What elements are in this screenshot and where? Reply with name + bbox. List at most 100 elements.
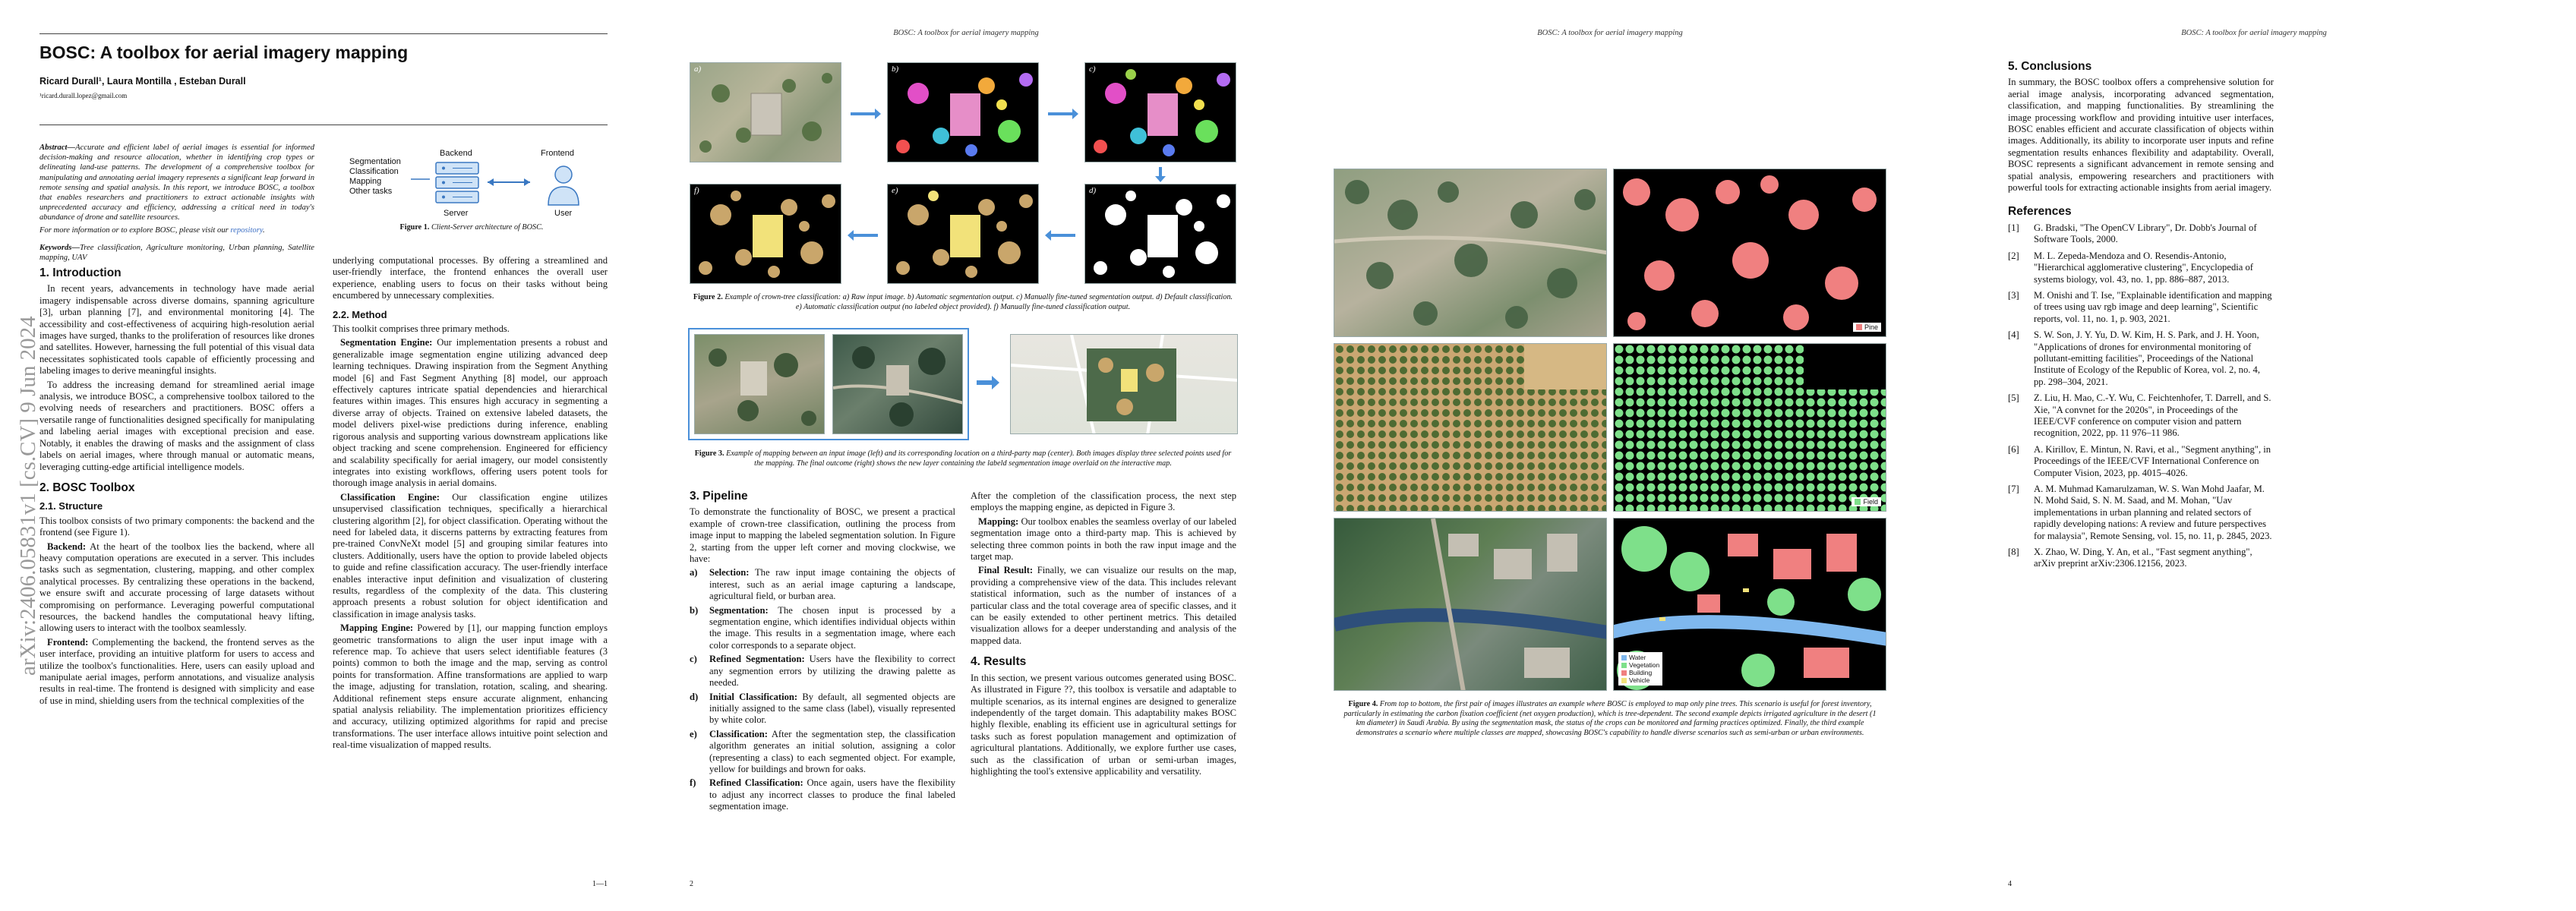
method-intro: This toolkit comprises three primary met… xyxy=(333,323,510,335)
pipeline-step: d) Initial Classification: By default, al… xyxy=(690,692,955,727)
page-3: BOSC: A toolbox for aerial imagery mappi… xyxy=(1288,0,1932,911)
fig4-pine-aerial-image xyxy=(1334,169,1607,337)
reference-item: [2] M. L. Zepeda-Mendoza and O. Resendis-… xyxy=(2008,251,2274,285)
legend-label-vehicle: Vehicle xyxy=(1629,676,1650,684)
reference-number: [1] xyxy=(2008,222,2019,233)
fig1-user-label: User xyxy=(554,209,573,218)
arrow-down-icon xyxy=(1155,167,1166,182)
step-label: Classification: xyxy=(709,728,768,739)
step-label: Refined Classification: xyxy=(709,777,803,789)
step-label: Initial Classification: xyxy=(709,691,798,702)
fig4-pine-mask: Pine xyxy=(1613,169,1886,337)
running-head: BOSC: A toolbox for aerial imagery mappi… xyxy=(893,29,1039,37)
arrow-right-icon xyxy=(851,109,881,119)
page2-right-column: After the completion of the classificati… xyxy=(971,490,1236,780)
page1-right-column: underlying computational processes. By o… xyxy=(333,255,608,754)
abstract-text: Accurate and efficient label of aerial i… xyxy=(39,143,314,222)
fig3-map-image xyxy=(832,334,963,434)
figure-4-caption-label: Figure 4. xyxy=(1348,700,1378,708)
fig3-input-image xyxy=(694,334,825,434)
repository-link[interactable]: repository xyxy=(230,226,263,235)
legend-swatch xyxy=(1621,677,1627,683)
reference-text: X. Zhao, W. Ding, Y. An, et al., "Fast s… xyxy=(2034,547,2252,569)
figure-1-caption: Figure 1. Client-Server architecture of … xyxy=(339,223,605,233)
section-pipeline-heading: 3. Pipeline xyxy=(690,490,748,503)
intro-paragraph-2: To address the increasing demand for str… xyxy=(39,379,314,472)
section-toolbox-heading: 2. BOSC Toolbox xyxy=(39,481,135,494)
pipeline-paragraph: To demonstrate the functionality of BOSC… xyxy=(690,506,955,565)
reference-number: [6] xyxy=(2008,443,2019,455)
legend-swatch xyxy=(1855,324,1862,330)
pipeline-steps-list: a) Selection: The raw input image contain… xyxy=(690,567,955,812)
legend-label-building: Building xyxy=(1629,669,1653,676)
reference-number: [3] xyxy=(2008,289,2019,301)
arrow-right-icon xyxy=(977,376,999,389)
results-paragraph: In this section, we present various outc… xyxy=(971,672,1236,777)
step-label: Segmentation: xyxy=(709,604,769,616)
fig2-arrows xyxy=(848,109,1166,241)
page1-left-column: 1. Introduction In recent years, advance… xyxy=(39,267,314,709)
fig4-urban-image xyxy=(1334,518,1607,691)
legend-label-vegetation: Vegetation xyxy=(1629,661,1660,669)
subsection-structure-heading: 2.1. Structure xyxy=(39,500,103,512)
fig4-legend-1: Pine xyxy=(1852,323,1881,332)
figure-3-caption-label: Figure 3. xyxy=(694,449,724,458)
pipeline-step: b) Segmentation: The chosen input is proc… xyxy=(690,605,955,652)
step-letter: d) xyxy=(690,691,699,702)
abstract: Abstract—Accurate and efficient label of… xyxy=(39,143,314,263)
pipeline-step: f) Refined Classification: Once again, us… xyxy=(690,777,955,812)
reference-text: M. L. Zepeda-Mendoza and O. Resendis-Ant… xyxy=(2034,250,2253,285)
figure-4: Pine Field Water Vegetation Building Veh… xyxy=(1334,169,1886,691)
keywords: Tree classification, Agriculture monitor… xyxy=(39,243,314,263)
running-head: BOSC: A toolbox for aerial imagery mappi… xyxy=(2181,29,2327,37)
reference-item: [3] M. Onishi and T. Ise, "Explainable id… xyxy=(2008,290,2274,325)
reference-item: [4] S. W. Son, J. Y. Yu, D. W. Kim, H. S.… xyxy=(2008,329,2274,388)
legend-entry: Building xyxy=(1621,669,1659,676)
fig4-desert-agriculture-image xyxy=(1334,343,1607,512)
reference-item: [5] Z. Liu, H. Mao, C.-Y. Wu, C. Feichten… xyxy=(2008,392,2274,440)
running-head: BOSC: A toolbox for aerial imagery mappi… xyxy=(1537,29,1683,37)
step-letter: b) xyxy=(690,604,699,616)
legend-entry: Vegetation xyxy=(1621,661,1659,669)
reference-number: [8] xyxy=(2008,547,2019,558)
step-letter: f) xyxy=(690,777,696,789)
fig4-field-mask: Field xyxy=(1613,343,1886,512)
arrow-left-icon xyxy=(1045,230,1075,241)
abstract-more: For more information or to explore BOSC,… xyxy=(39,225,231,235)
arrow-left-icon xyxy=(848,230,878,241)
legend-swatch xyxy=(1621,662,1627,668)
authors: Ricard Durall¹, Laura Montilla , Esteban… xyxy=(39,76,246,87)
reference-text: M. Onishi and T. Ise, "Explainable ident… xyxy=(2034,289,2272,324)
frontend-label: Frontend: xyxy=(47,636,89,648)
segmentation-engine-paragraph: Our implementation presents a robust and… xyxy=(333,337,608,489)
page2-left-column: 3. Pipeline To demonstrate the functiona… xyxy=(690,490,955,815)
reference-text: G. Bradski, "The OpenCV Library", Dr. Do… xyxy=(2034,222,2257,245)
figure-2: a) b) c) d) e) f) xyxy=(690,62,1236,290)
section-results-heading: 4. Results xyxy=(971,655,1027,669)
legend-entry: Vehicle xyxy=(1621,676,1659,684)
classification-engine-paragraph: Our classification engine utilizes unsup… xyxy=(333,491,608,619)
backend-label: Backend: xyxy=(47,541,87,552)
legend-entry: Water xyxy=(1621,654,1659,661)
top-rule xyxy=(39,33,608,34)
final-result-label: Final Result: xyxy=(978,565,1034,576)
arxiv-stamp: arXiv:2406.05831v1 [cs.CV] 9 Jun 2024 xyxy=(16,316,40,676)
pipeline-step: c) Refined Segmentation: Users have the f… xyxy=(690,654,955,689)
fig1-frontend-label: Frontend xyxy=(541,149,574,158)
mapping-engine-label: Mapping Engine: xyxy=(340,623,414,634)
reference-item: [8] X. Zhao, W. Ding, Y. An, et al., "Fas… xyxy=(2008,547,2274,570)
page-number: 4 xyxy=(2008,880,2012,888)
references-heading: References xyxy=(2008,205,2072,219)
section-introduction-heading: 1. Introduction xyxy=(39,266,122,279)
reference-number: [2] xyxy=(2008,250,2019,261)
reference-number: [5] xyxy=(2008,392,2019,404)
fig1-task-4: Other tasks xyxy=(349,187,393,196)
legend-swatch xyxy=(1855,499,1861,505)
page-1: BOSC: A toolbox for aerial imagery mappi… xyxy=(0,0,644,911)
fig4-legend-3: Water Vegetation Building Vehicle xyxy=(1618,652,1663,686)
mapping-transition: After the completion of the classificati… xyxy=(971,490,1236,513)
figure-3-caption: Figure 3. Example of mapping between an … xyxy=(690,449,1236,468)
reference-text: Z. Liu, H. Mao, C.-Y. Wu, C. Feichtenhof… xyxy=(2034,392,2271,439)
pipeline-step: a) Selection: The raw input image contain… xyxy=(690,567,955,602)
author-email: ¹ricard.durall.lopez@gmail.com xyxy=(39,92,128,99)
